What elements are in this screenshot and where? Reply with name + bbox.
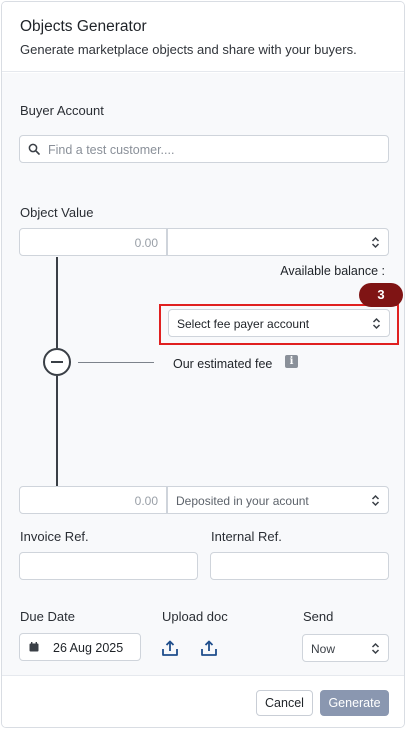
deposit-amount-input[interactable]: 0.00 [19, 486, 167, 514]
deposit-account-select-label: Deposited in your acount [176, 494, 309, 508]
minus-circle-icon [43, 348, 71, 376]
object-value-amount: 0.00 [134, 236, 158, 250]
object-value-label: Object Value [20, 205, 94, 220]
step-highlight-box [159, 304, 399, 345]
search-icon [28, 143, 40, 155]
flow-line-bottom [56, 376, 58, 487]
calendar-icon [29, 642, 39, 652]
due-date-label: Due Date [20, 609, 75, 624]
objects-generator-panel: Objects Generator Generate marketplace o… [1, 1, 405, 728]
buyer-account-label: Buyer Account [20, 103, 104, 118]
info-icon[interactable]: i [285, 355, 298, 368]
buyer-search-placeholder: Find a test customer.... [48, 143, 175, 157]
invoice-ref-label: Invoice Ref. [20, 529, 89, 544]
available-balance-label: Available balance : [280, 264, 385, 278]
generate-button[interactable]: Generate [320, 690, 389, 716]
panel-header: Objects Generator Generate marketplace o… [2, 2, 404, 72]
chevron-updown-icon [371, 494, 380, 507]
internal-ref-input[interactable] [210, 552, 389, 580]
chevron-updown-icon [371, 642, 380, 655]
buyer-search-input[interactable]: Find a test customer.... [19, 135, 389, 163]
chevron-updown-icon [371, 236, 380, 249]
flow-line-top [56, 257, 58, 348]
due-date-picker[interactable]: 26 Aug 2025 [19, 633, 141, 661]
object-value-amount-input[interactable]: 0.00 [19, 228, 167, 256]
estimated-fee-label: Our estimated fee [173, 357, 273, 371]
invoice-ref-input[interactable] [19, 552, 198, 580]
panel-subtitle: Generate marketplace objects and share w… [20, 42, 357, 57]
cancel-button[interactable]: Cancel [256, 690, 313, 716]
fee-connector-line [78, 362, 154, 363]
deposit-amount: 0.00 [134, 494, 158, 508]
upload-doc-label: Upload doc [162, 609, 228, 624]
send-select[interactable]: Now [302, 634, 389, 662]
step-badge: 3 [359, 283, 403, 307]
send-label: Send [303, 609, 334, 624]
object-value-currency-select[interactable] [167, 228, 389, 256]
upload-icon[interactable] [161, 639, 179, 657]
panel-footer: Cancel Generate [2, 675, 404, 727]
due-date-value: 26 Aug 2025 [53, 641, 124, 655]
upload-icon[interactable] [200, 639, 218, 657]
panel-title: Objects Generator [20, 18, 147, 35]
internal-ref-label: Internal Ref. [211, 529, 282, 544]
send-select-value: Now [311, 642, 336, 656]
deposit-account-select[interactable]: Deposited in your acount [167, 486, 389, 514]
